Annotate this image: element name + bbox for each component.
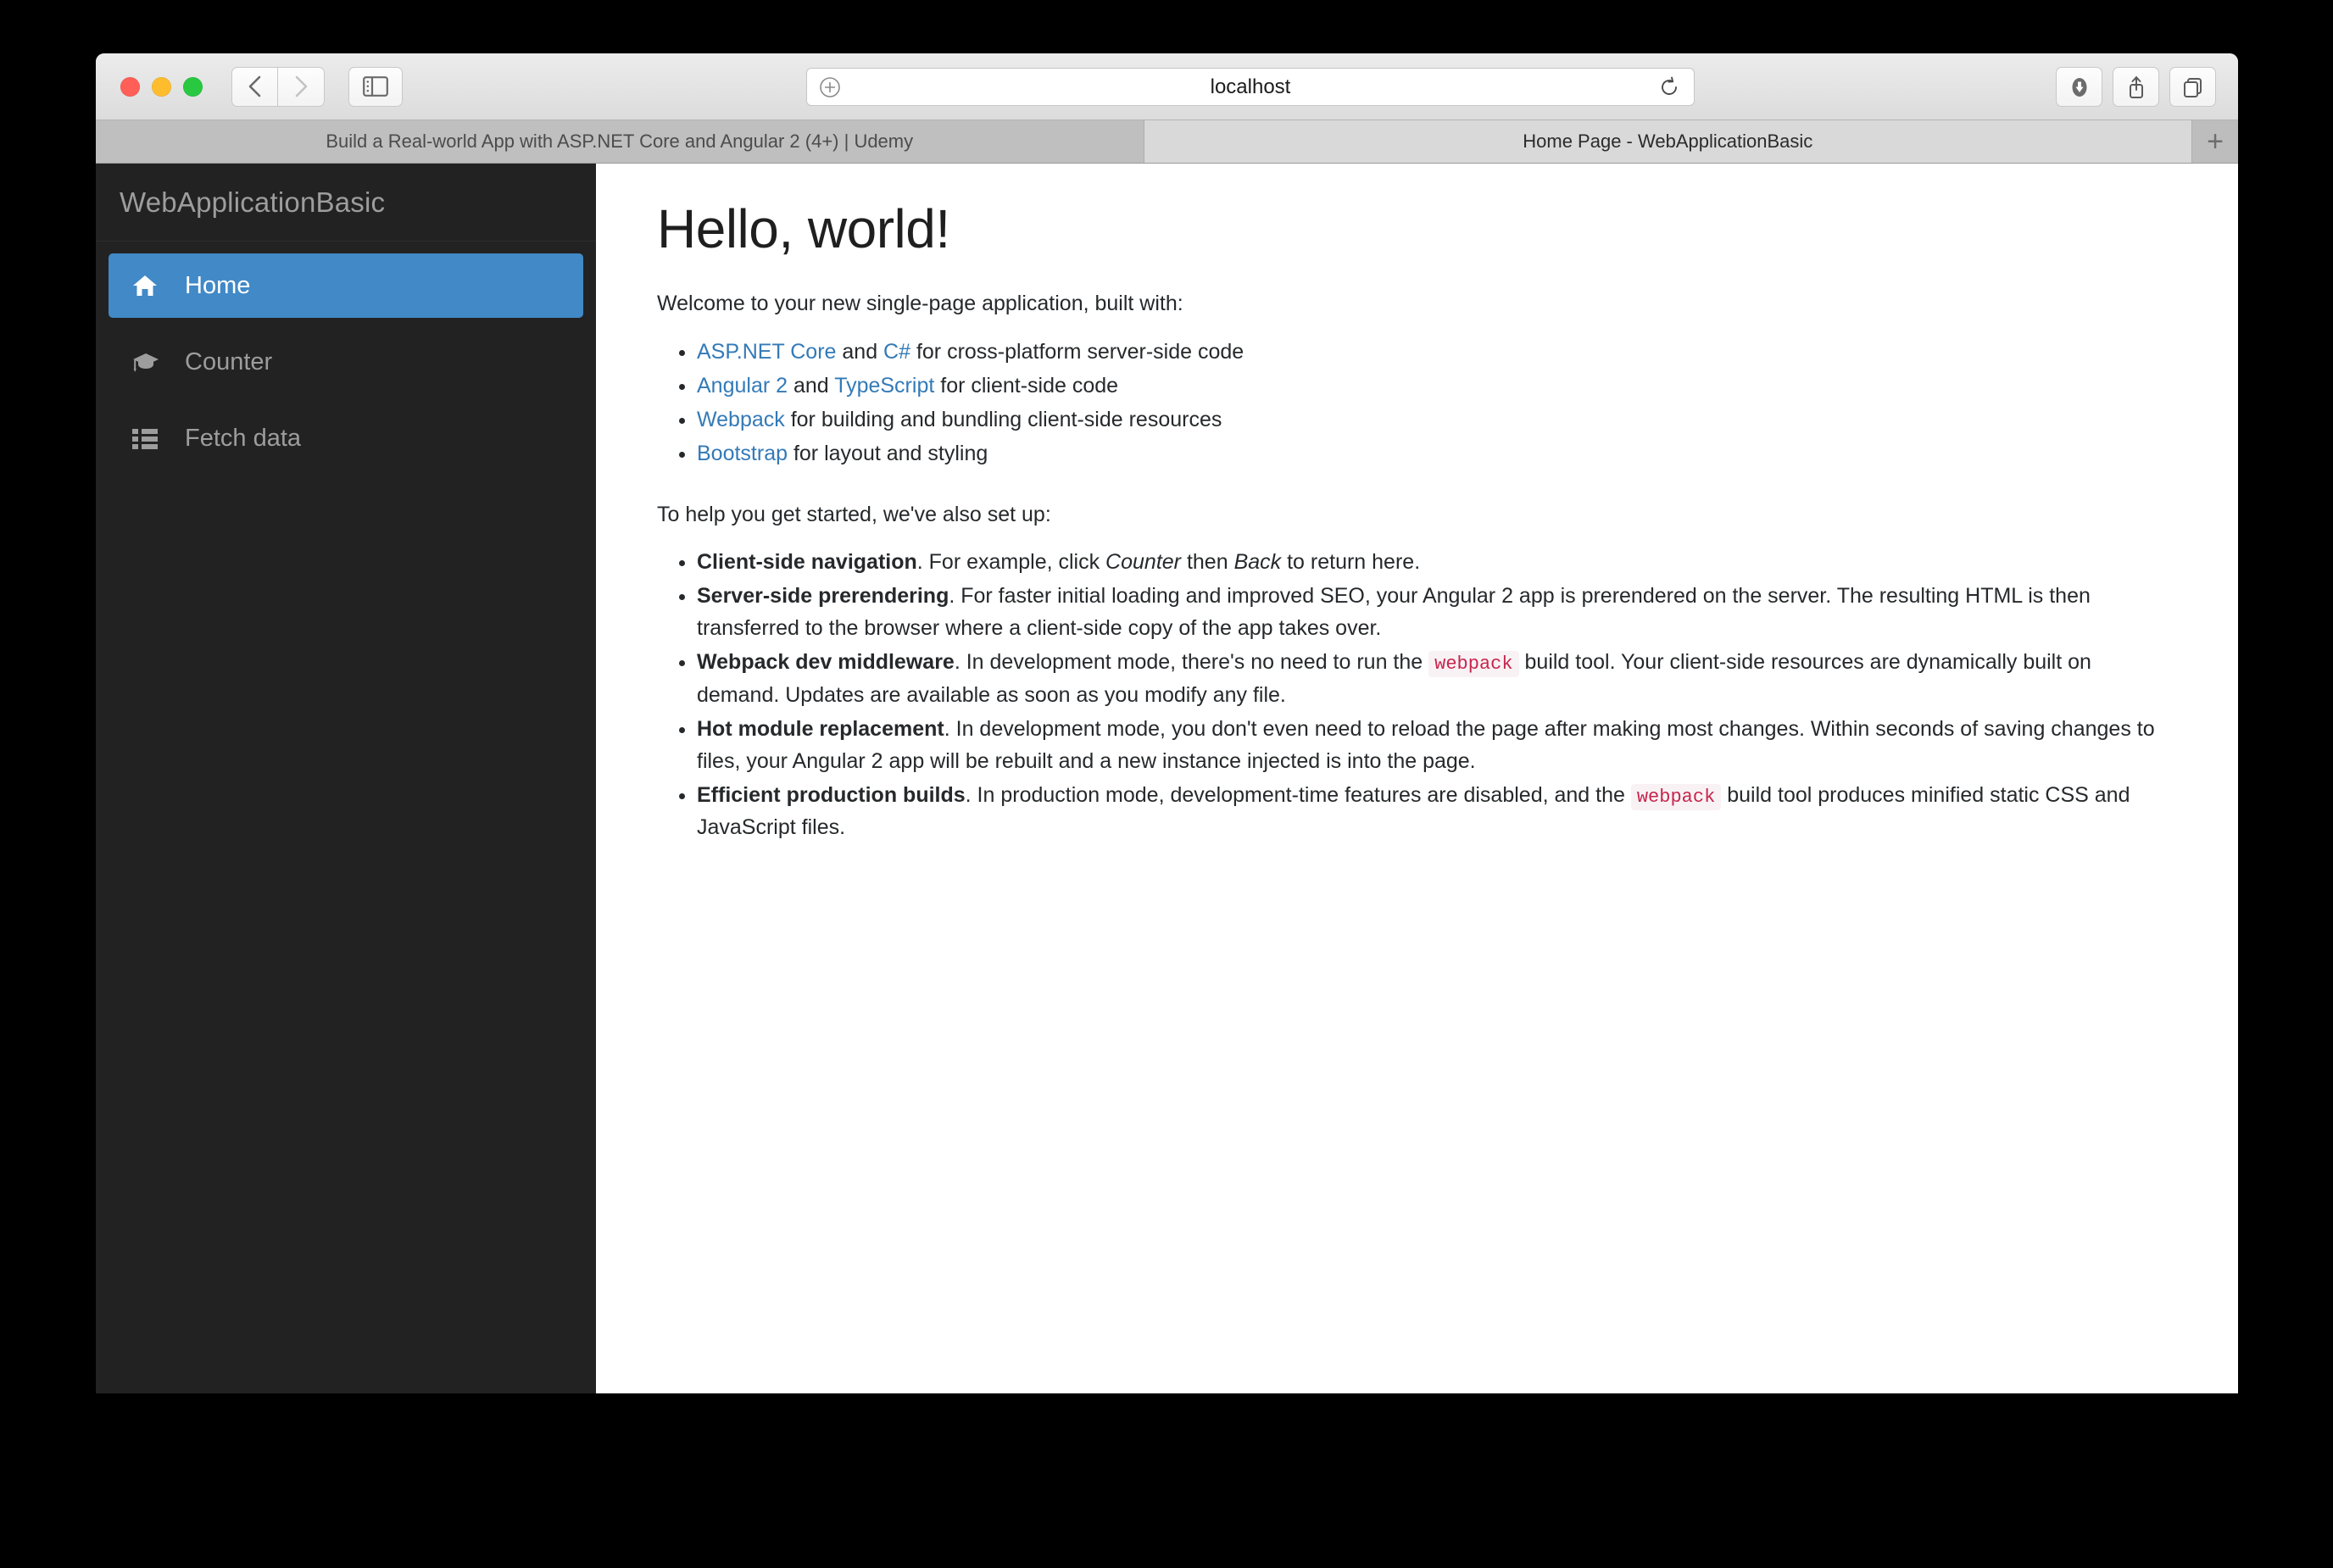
text: . In development mode, there's no need t… bbox=[954, 650, 1429, 675]
sidebar-toggle-button[interactable] bbox=[348, 66, 403, 107]
link-typescript[interactable]: TypeScript bbox=[834, 374, 934, 398]
toolbar-right-buttons bbox=[2056, 67, 2216, 107]
emphasis-counter: Counter bbox=[1105, 550, 1181, 575]
code-webpack: webpack bbox=[1630, 783, 1722, 810]
downloads-button[interactable] bbox=[2056, 67, 2102, 107]
home-icon bbox=[132, 274, 166, 297]
feature-title: Server-side prerendering bbox=[697, 584, 949, 609]
new-tab-button[interactable]: + bbox=[2192, 120, 2238, 163]
text: to return here. bbox=[1281, 550, 1421, 575]
tab-udemy[interactable]: Build a Real-world App with ASP.NET Core… bbox=[96, 120, 1144, 163]
feature-title: Hot module replacement bbox=[697, 716, 944, 741]
sidebar-item-home[interactable]: Home bbox=[109, 253, 583, 318]
tab-overview-button[interactable] bbox=[2169, 67, 2216, 107]
download-icon bbox=[2072, 77, 2086, 97]
list-item: Efficient production builds. In producti… bbox=[697, 779, 2172, 843]
graduation-cap-icon bbox=[132, 350, 166, 374]
tab-bar: Build a Real-world App with ASP.NET Core… bbox=[96, 120, 2238, 164]
add-bookmark-button[interactable] bbox=[819, 76, 841, 98]
forward-button[interactable] bbox=[278, 66, 325, 107]
sidebar-item-label: Home bbox=[185, 271, 251, 299]
link-aspnet-core[interactable]: ASP.NET Core bbox=[697, 340, 836, 364]
link-csharp[interactable]: C# bbox=[883, 340, 910, 364]
built-with-list: ASP.NET Core and C# for cross-platform s… bbox=[657, 336, 2187, 470]
sidebar-item-fetch-data[interactable]: Fetch data bbox=[109, 406, 583, 470]
feature-title: Efficient production builds bbox=[697, 782, 966, 807]
back-button[interactable] bbox=[231, 66, 278, 107]
app-brand[interactable]: WebApplicationBasic bbox=[96, 164, 596, 242]
tab-title: Home Page - WebApplicationBasic bbox=[1523, 131, 1813, 152]
feature-title: Webpack dev middleware bbox=[697, 650, 955, 675]
main-content: Hello, world! Welcome to your new single… bbox=[596, 164, 2238, 1393]
link-bootstrap[interactable]: Bootstrap bbox=[697, 442, 788, 465]
browser-toolbar: localhost bbox=[96, 53, 2238, 120]
emphasis-back: Back bbox=[1233, 550, 1282, 575]
list-item: Angular 2 and TypeScript for client-side… bbox=[697, 370, 2187, 402]
tab-title: Build a Real-world App with ASP.NET Core… bbox=[326, 131, 914, 152]
tab-home-page[interactable]: Home Page - WebApplicationBasic bbox=[1144, 120, 2192, 163]
minimize-window-button[interactable] bbox=[152, 76, 171, 97]
close-window-button[interactable] bbox=[120, 76, 140, 97]
share-button[interactable] bbox=[2113, 67, 2159, 107]
link-webpack[interactable]: Webpack bbox=[697, 408, 785, 431]
list-item: Webpack for building and bundling client… bbox=[697, 403, 2187, 436]
code-webpack: webpack bbox=[1428, 651, 1519, 678]
app-brand-label: WebApplicationBasic bbox=[120, 186, 386, 218]
navigation-buttons bbox=[231, 66, 325, 107]
intro-paragraph: Welcome to your new single-page applicat… bbox=[657, 292, 1183, 316]
app-sidebar: WebApplicationBasic Home Counter Fetch d… bbox=[96, 164, 596, 1393]
reload-icon bbox=[1662, 76, 1677, 95]
browser-window: localhost Build a Real-world App with AS… bbox=[96, 53, 2238, 1393]
plus-circle-icon bbox=[820, 76, 840, 97]
text: for building and bundling client-side re… bbox=[784, 407, 1222, 431]
window-controls bbox=[120, 76, 203, 97]
sidebar-nav: Home Counter Fetch data bbox=[96, 242, 596, 470]
feature-title: Client-side navigation bbox=[697, 550, 917, 575]
page-title: Hello, world! bbox=[657, 198, 950, 259]
plus-icon: + bbox=[2207, 125, 2224, 158]
list-icon bbox=[132, 427, 166, 449]
chevron-right-icon bbox=[295, 75, 308, 97]
list-item: Hot module replacement. In development m… bbox=[697, 713, 2172, 777]
text: for layout and styling bbox=[788, 441, 988, 465]
address-bar[interactable]: localhost bbox=[806, 68, 1695, 106]
share-icon bbox=[2129, 75, 2143, 98]
text: . For example, click bbox=[916, 550, 1106, 575]
sidebar-item-label: Fetch data bbox=[185, 424, 302, 452]
text: for client-side code bbox=[934, 373, 1119, 398]
link-angular2[interactable]: Angular 2 bbox=[697, 374, 788, 398]
list-item: Bootstrap for layout and styling bbox=[697, 437, 2187, 470]
chevron-left-icon bbox=[248, 75, 260, 97]
list-item: Client-side navigation. For example, cli… bbox=[697, 546, 2172, 578]
reload-button[interactable] bbox=[1658, 76, 1680, 98]
text: and bbox=[836, 339, 884, 364]
text: for cross-platform server-side code bbox=[910, 339, 1244, 364]
features-list: Client-side navigation. For example, cli… bbox=[657, 546, 2172, 843]
address-bar-text: localhost bbox=[1210, 75, 1291, 98]
setup-intro-paragraph: To help you get started, we've also set … bbox=[657, 502, 1051, 526]
text: then bbox=[1181, 550, 1234, 575]
page-body: WebApplicationBasic Home Counter Fetch d… bbox=[96, 164, 2238, 1393]
list-item: ASP.NET Core and C# for cross-platform s… bbox=[697, 336, 2187, 368]
maximize-window-button[interactable] bbox=[183, 76, 203, 97]
copy-tabs-icon bbox=[2183, 77, 2202, 97]
sidebar-icon bbox=[363, 76, 388, 97]
text: and bbox=[788, 373, 835, 398]
text: . In production mode, development-time f… bbox=[965, 782, 1631, 807]
list-item: Webpack dev middleware. In development m… bbox=[697, 646, 2172, 710]
list-item: Server-side prerendering. For faster ini… bbox=[697, 580, 2172, 644]
sidebar-item-label: Counter bbox=[185, 348, 273, 375]
sidebar-item-counter[interactable]: Counter bbox=[109, 330, 583, 394]
